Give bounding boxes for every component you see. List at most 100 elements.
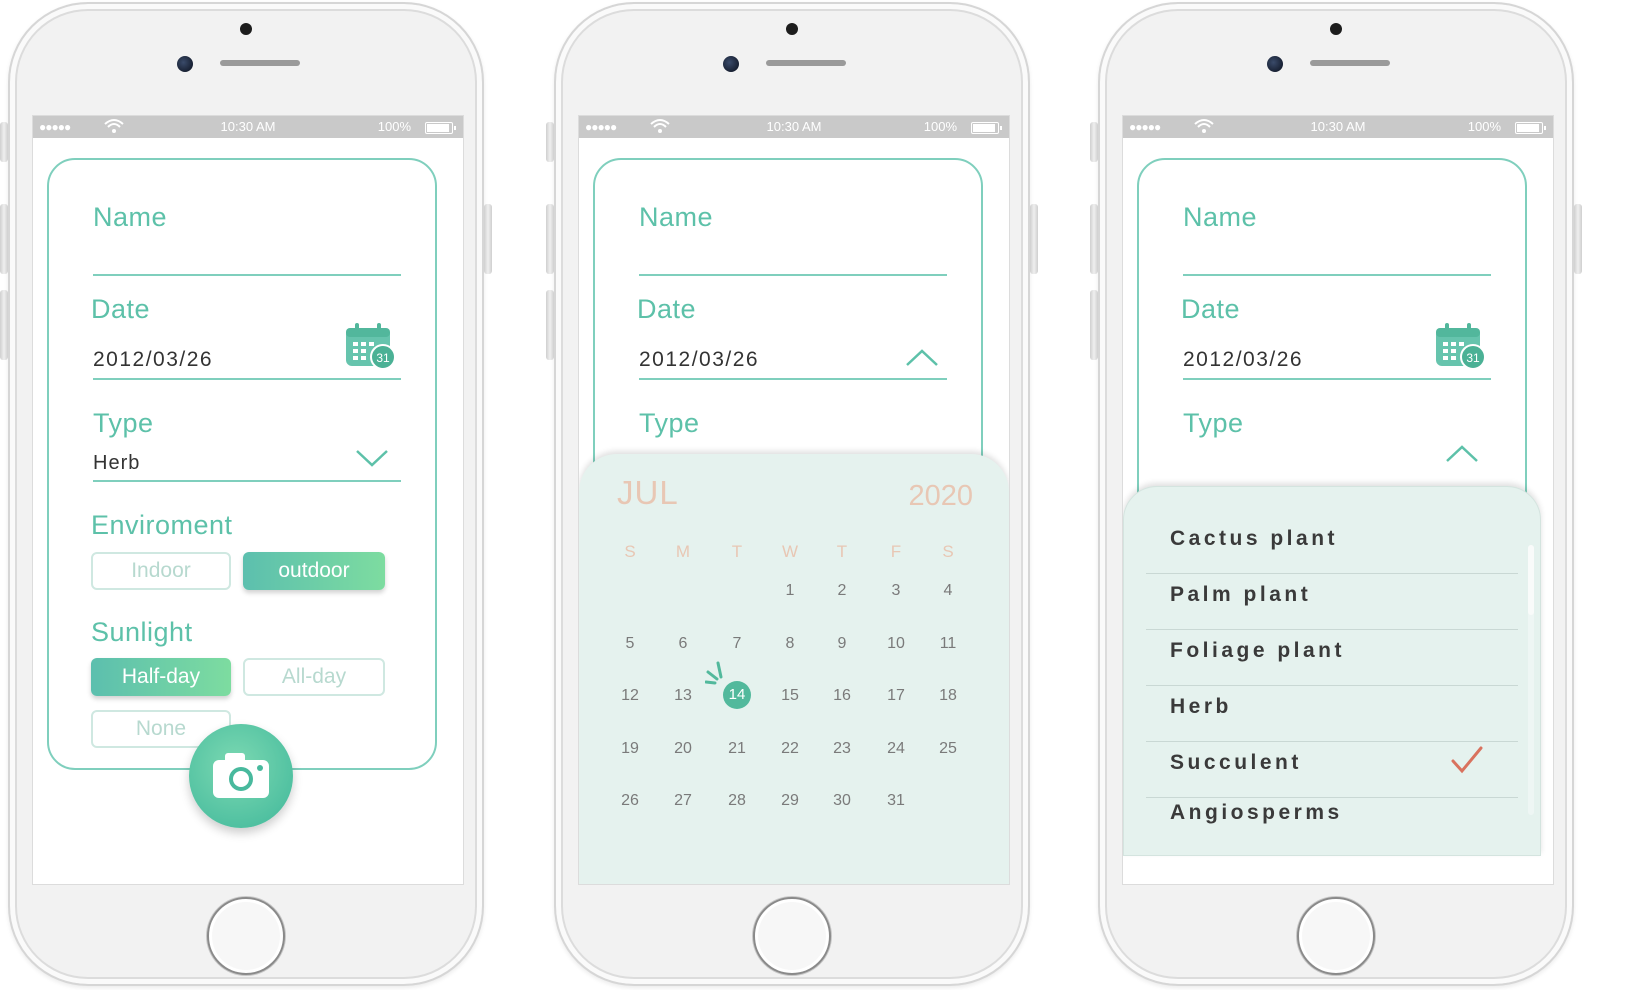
calendar-day[interactable]: 18 [928, 687, 968, 705]
calendar-day[interactable]: 15 [770, 687, 810, 705]
calendar-day[interactable]: 17 [876, 687, 916, 705]
name-input[interactable] [639, 274, 947, 276]
type-option[interactable]: Herb [1170, 695, 1232, 719]
status-bar: ●●●●● 10:30 AM 100% [579, 116, 1009, 138]
calendar-day[interactable]: 11 [928, 635, 968, 653]
calendar-day[interactable]: 5 [610, 635, 650, 653]
type-select[interactable]: Herb [93, 452, 140, 475]
type-option[interactable]: Foliage plant [1170, 639, 1345, 663]
camera-button[interactable] [189, 724, 293, 828]
all-day-button[interactable]: All-day [243, 658, 385, 696]
calendar-day[interactable]: 30 [822, 792, 862, 810]
calendar-icon[interactable]: 31 [345, 320, 397, 370]
calendar-day[interactable]: 13 [663, 687, 703, 705]
name-input[interactable] [93, 274, 401, 276]
option-divider [1146, 573, 1518, 574]
calendar-day-selected[interactable]: 14 [723, 681, 751, 709]
calendar-day[interactable]: 10 [876, 635, 916, 653]
calendar-day[interactable]: 25 [928, 740, 968, 758]
calendar-day[interactable]: 2 [822, 582, 862, 600]
date-input[interactable]: 2012/03/26 [639, 348, 759, 372]
option-divider [1146, 629, 1518, 630]
calendar-month[interactable]: JUL [617, 474, 679, 512]
type-label: Type [1183, 408, 1244, 438]
date-underline [93, 378, 401, 380]
calendar-badge: 31 [1466, 351, 1480, 365]
calendar-day[interactable]: 24 [876, 740, 916, 758]
phone-side-button [484, 204, 492, 274]
calendar-day[interactable]: 9 [822, 635, 862, 653]
half-day-button[interactable]: Half-day [91, 658, 231, 696]
earpiece-speaker [1310, 60, 1390, 66]
proximity-sensor [240, 23, 252, 35]
calendar-year[interactable]: 2020 [908, 480, 973, 513]
phone-form: ●●●●● 10:30 AM 100% Name Date 2012/03/26… [0, 2, 492, 986]
phone-side-button [546, 290, 554, 360]
home-button[interactable] [1297, 897, 1375, 975]
phone-side-button [1574, 204, 1582, 274]
type-option[interactable]: Cactus plant [1170, 527, 1338, 551]
indoor-button[interactable]: Indoor [91, 552, 231, 590]
outdoor-button[interactable]: outdoor [243, 552, 385, 590]
screen: ●●●●● 10:30 AM 100% Name Date 2012/03/26… [578, 115, 1010, 885]
phone-side-button [1090, 122, 1098, 162]
phone-side-button [1090, 204, 1098, 274]
sunlight-label: Sunlight [91, 617, 193, 647]
calendar-day[interactable]: 29 [770, 792, 810, 810]
calendar-day[interactable]: 19 [610, 740, 650, 758]
calendar-day[interactable]: 31 [876, 792, 916, 810]
calendar-day[interactable]: 3 [876, 582, 916, 600]
calendar-day[interactable]: 23 [822, 740, 862, 758]
date-label: Date [91, 294, 151, 324]
home-button[interactable] [207, 897, 285, 975]
chevron-up-icon[interactable] [1445, 444, 1479, 464]
calendar-day[interactable]: 12 [610, 687, 650, 705]
battery-percent: 100% [377, 119, 411, 134]
selection-sparkle-icon [705, 661, 723, 685]
front-camera [177, 56, 193, 72]
earpiece-speaker [220, 60, 300, 66]
scrollbar-thumb[interactable] [1528, 545, 1534, 615]
calendar-day[interactable]: 20 [663, 740, 703, 758]
type-label: Type [639, 408, 700, 438]
weekday-label: F [890, 542, 902, 561]
type-option[interactable]: Palm plant [1170, 583, 1311, 607]
type-option[interactable]: Succulent [1170, 751, 1302, 775]
date-input[interactable]: 2012/03/26 [93, 348, 213, 372]
name-input[interactable] [1183, 274, 1491, 276]
phone-side-button [0, 204, 8, 274]
battery-icon [425, 122, 456, 134]
earpiece-speaker [766, 60, 846, 66]
name-label: Name [93, 202, 168, 232]
calendar-day[interactable]: 1 [770, 582, 810, 600]
phone-date-picker: ●●●●● 10:30 AM 100% Name Date 2012/03/26… [546, 2, 1038, 986]
calendar-day[interactable]: 4 [928, 582, 968, 600]
calendar-day[interactable]: 21 [717, 740, 757, 758]
calendar-day[interactable]: 22 [770, 740, 810, 758]
calendar-day[interactable]: 8 [770, 635, 810, 653]
phone-side-button [1030, 204, 1038, 274]
home-button[interactable] [753, 897, 831, 975]
weekday-label: S [624, 542, 636, 561]
plant-form-card: Name Date 2012/03/26 31 Type Herb Enviro… [47, 158, 437, 770]
chevron-down-icon[interactable] [355, 448, 389, 468]
calendar-day[interactable]: 6 [663, 635, 703, 653]
weekday-label: M [675, 542, 691, 561]
type-label: Type [93, 408, 154, 438]
chevron-up-icon[interactable] [905, 348, 939, 368]
calendar-day[interactable]: 28 [717, 792, 757, 810]
phone-side-button [1090, 290, 1098, 360]
battery-percent: 100% [923, 119, 957, 134]
type-underline [93, 480, 401, 482]
calendar-icon[interactable]: 31 [1435, 320, 1487, 370]
calendar-day[interactable]: 7 [717, 635, 757, 653]
calendar-day[interactable]: 16 [822, 687, 862, 705]
type-option[interactable]: Angiosperms [1170, 801, 1343, 825]
screen: ●●●●● 10:30 AM 100% Name Date 2012/03/26… [32, 115, 464, 885]
weekday-label: S [942, 542, 954, 561]
date-input[interactable]: 2012/03/26 [1183, 348, 1303, 372]
calendar-day[interactable]: 27 [663, 792, 703, 810]
weekday-label: W [781, 542, 799, 561]
calendar-day[interactable]: 26 [610, 792, 650, 810]
phone-side-button [546, 122, 554, 162]
